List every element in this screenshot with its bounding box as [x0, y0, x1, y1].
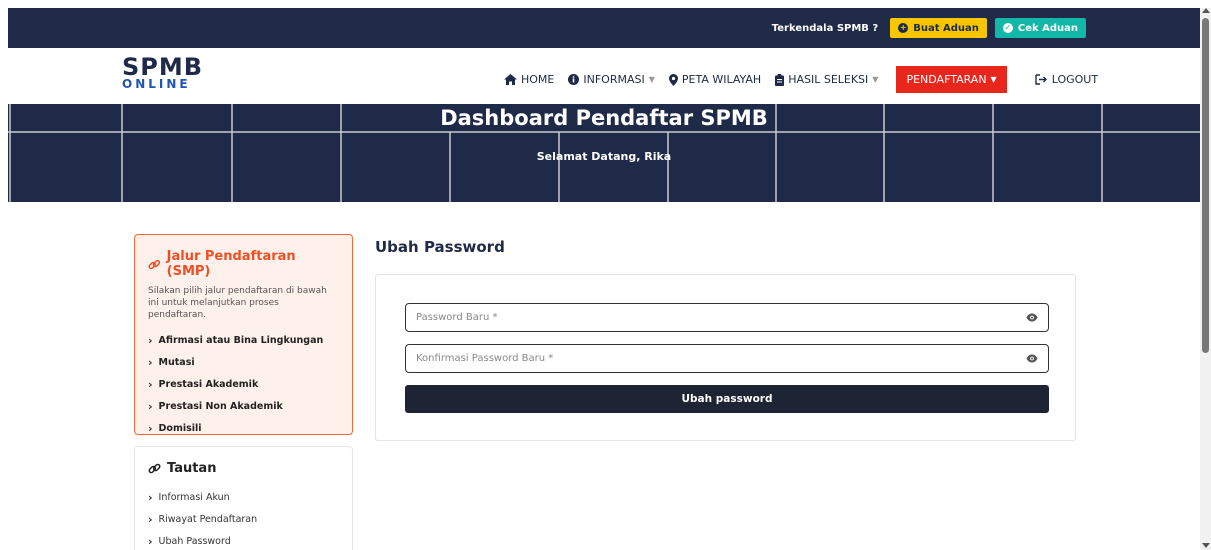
- tautan-item-label: Riwayat Pendaftaran: [158, 513, 258, 525]
- tautan-title: Tautan: [148, 461, 339, 476]
- jalur-title-label: Jalur Pendaftaran (SMP): [166, 249, 296, 279]
- dashboard-title: Dashboard Pendaftar SPMB: [440, 106, 768, 130]
- tautan-title-label: Tautan: [167, 461, 217, 476]
- jalur-item-afirmasi[interactable]: › Afirmasi atau Bina Lingkungan: [148, 329, 339, 351]
- chevron-right-icon: ›: [148, 534, 153, 548]
- buat-aduan-label: Buat Aduan: [913, 22, 979, 34]
- tautan-card: Tautan › Informasi Akun › Riwayat Pendafta…: [134, 446, 353, 550]
- chevron-right-icon: ›: [148, 399, 153, 413]
- nav-hasil-seleksi[interactable]: HASIL SELEKSI ▼: [775, 73, 878, 86]
- ubah-password-button[interactable]: Ubah password: [405, 385, 1049, 413]
- map-marker-icon: [668, 73, 678, 86]
- main-nav: SPMB ONLINE HOME INFORMASI ▼ PETA WILAYA…: [8, 48, 1200, 104]
- confirm-password-field[interactable]: [405, 344, 1049, 373]
- jalur-item-label: Mutasi: [158, 356, 195, 368]
- tautan-item-riwayat[interactable]: › Riwayat Pendaftaran: [148, 508, 339, 530]
- jalur-item-label: Domisili: [158, 422, 202, 434]
- logo-line1: SPMB: [122, 53, 204, 81]
- tautan-item-informasi-akun[interactable]: › Informasi Akun: [148, 486, 339, 508]
- page: Terkendala SPMB ? + Buat Aduan ✓ Cek Adu…: [8, 8, 1200, 550]
- caret-down-icon: ▼: [872, 75, 879, 84]
- eye-icon[interactable]: [1026, 353, 1038, 365]
- logout-icon: [1035, 74, 1047, 85]
- chevron-right-icon: ›: [148, 333, 153, 347]
- jalur-item-domisili[interactable]: › Domisili: [148, 417, 339, 439]
- menu: HOME INFORMASI ▼ PETA WILAYAH HASIL SELE…: [504, 66, 1098, 93]
- link-icon: [148, 463, 161, 474]
- tautan-item-label: Ubah Password: [158, 535, 231, 547]
- chevron-right-icon: ›: [148, 421, 153, 435]
- jalur-item-label: Prestasi Non Akademik: [158, 400, 283, 412]
- eye-icon[interactable]: [1026, 312, 1038, 324]
- tautan-list: › Informasi Akun › Riwayat Pendaftaran › Ub…: [148, 486, 339, 550]
- chevron-right-icon: ›: [148, 355, 153, 369]
- spmb-logo[interactable]: SPMB ONLINE: [122, 53, 222, 91]
- chevron-right-icon: ›: [148, 512, 153, 526]
- jalur-description: Silakan pilih jalur pendaftaran di bawah…: [148, 286, 327, 320]
- clipboard-icon: [775, 73, 785, 86]
- nav-informasi[interactable]: INFORMASI ▼: [568, 73, 655, 86]
- nav-logout[interactable]: LOGOUT: [1035, 73, 1098, 86]
- dashboard-banner: Dashboard Pendaftar SPMB Selamat Datang,…: [8, 104, 1200, 202]
- page-scrollbar[interactable]: [1200, 8, 1211, 550]
- scroll-up-arrow-icon[interactable]: [1202, 8, 1210, 13]
- buat-aduan-button[interactable]: + Buat Aduan: [890, 18, 987, 38]
- nav-peta-wilayah[interactable]: PETA WILAYAH: [668, 73, 762, 86]
- nav-hasil-label: HASIL SELEKSI: [788, 73, 869, 86]
- confirm-password-input[interactable]: [416, 353, 1026, 364]
- caret-down-icon: ▼: [990, 75, 997, 84]
- scroll-down-arrow-icon[interactable]: [1202, 543, 1210, 548]
- link-icon: [148, 259, 161, 269]
- password-form-card: Ubah password: [375, 274, 1076, 441]
- jalur-title: Jalur Pendaftaran (SMP): [148, 249, 339, 279]
- welcome-text: Selamat Datang, Rika: [536, 150, 672, 163]
- nav-home[interactable]: HOME: [504, 73, 554, 86]
- scroll-thumb[interactable]: [1202, 18, 1209, 353]
- nav-informasi-label: INFORMASI: [583, 73, 645, 86]
- info-icon: [568, 74, 580, 85]
- jalur-list: › Afirmasi atau Bina Lingkungan › Mutasi ›…: [148, 329, 339, 439]
- nav-peta-label: PETA WILAYAH: [681, 73, 762, 86]
- chevron-right-icon: ›: [148, 377, 153, 391]
- nav-pendaftaran[interactable]: PENDAFTARAN ▼: [896, 66, 1007, 93]
- caret-down-icon: ▼: [648, 75, 655, 84]
- nav-logout-label: LOGOUT: [1051, 73, 1099, 86]
- nav-home-label: HOME: [521, 73, 555, 86]
- trouble-text: Terkendala SPMB ?: [771, 22, 879, 34]
- cek-aduan-button[interactable]: ✓ Cek Aduan: [994, 18, 1086, 38]
- top-bar: Terkendala SPMB ? + Buat Aduan ✓ Cek Adu…: [8, 8, 1200, 48]
- logo-line2: ONLINE: [122, 77, 191, 91]
- jalur-item-label: Afirmasi atau Bina Lingkungan: [158, 334, 324, 346]
- home-icon: [504, 74, 517, 85]
- cek-aduan-label: Cek Aduan: [1017, 22, 1078, 34]
- tautan-item-ubah-password[interactable]: › Ubah Password: [148, 530, 339, 550]
- password-field[interactable]: [405, 303, 1049, 332]
- jalur-item-prestasi-non-akademik[interactable]: › Prestasi Non Akademik: [148, 395, 339, 417]
- tautan-item-label: Informasi Akun: [158, 491, 230, 503]
- jalur-item-mutasi[interactable]: › Mutasi: [148, 351, 339, 373]
- jalur-item-prestasi-akademik[interactable]: › Prestasi Akademik: [148, 373, 339, 395]
- jalur-card: Jalur Pendaftaran (SMP) Silakan pilih ja…: [134, 234, 353, 435]
- page-title: Ubah Password: [375, 238, 505, 256]
- check-circle-icon: ✓: [1002, 23, 1013, 33]
- jalur-item-label: Prestasi Akademik: [158, 378, 259, 390]
- nav-pendaftaran-label: PENDAFTARAN: [906, 73, 987, 86]
- chevron-right-icon: ›: [148, 490, 153, 504]
- plus-circle-icon: +: [898, 23, 909, 33]
- password-input[interactable]: [416, 312, 1026, 323]
